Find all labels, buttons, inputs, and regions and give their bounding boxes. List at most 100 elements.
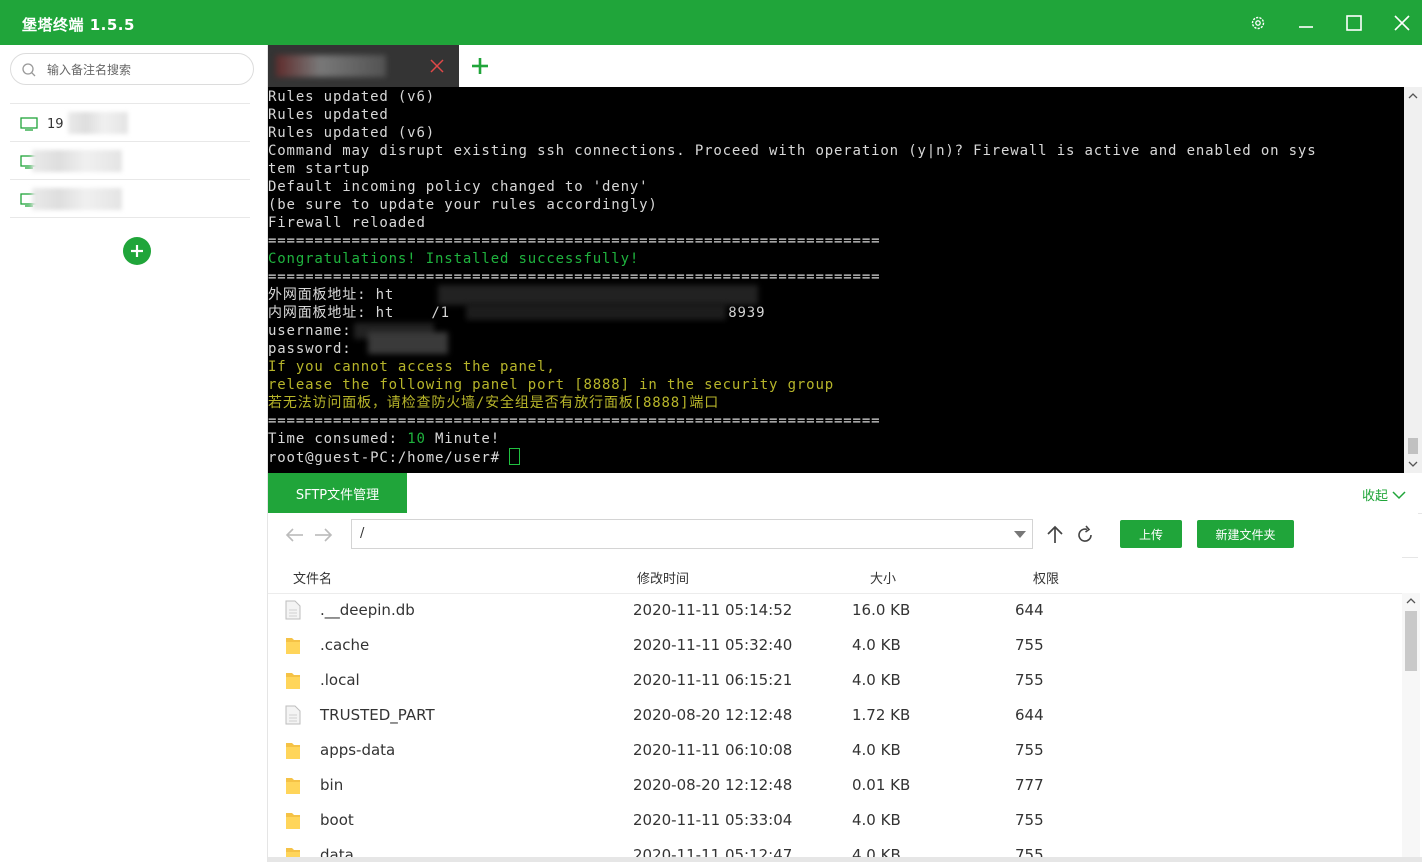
upload-button[interactable]: 上传: [1120, 520, 1182, 548]
redacted-host-name: [32, 188, 122, 210]
terminal-line: ========================================…: [268, 232, 1317, 250]
bottom-border: [268, 857, 1422, 862]
file-mtime: 2020-11-11 05:32:40: [633, 636, 793, 654]
file-row[interactable]: data 2020-11-11 05:12:47 4.0 KB 755: [268, 838, 1402, 857]
host-item[interactable]: [10, 180, 250, 218]
scroll-up-icon[interactable]: [1404, 87, 1422, 105]
add-host-button[interactable]: [123, 237, 151, 265]
terminal-line: Command may disrupt existing ssh connect…: [268, 142, 1317, 160]
sftp-toolbar: / 上传 新建文件夹: [268, 513, 1418, 558]
folder-icon: [285, 740, 301, 764]
plus-icon: [131, 245, 143, 257]
back-arrow-icon[interactable]: [284, 524, 306, 546]
settings-gear-icon[interactable]: [1243, 8, 1273, 38]
terminal-scrollbar[interactable]: [1404, 87, 1422, 473]
file-row[interactable]: .local 2020-11-11 06:15:21 4.0 KB 755: [268, 663, 1402, 698]
terminal-line: ========================================…: [268, 268, 1317, 286]
terminal-line-text: Command may disrupt existing ssh connect…: [268, 143, 1317, 159]
path-dropdown-icon[interactable]: [1014, 531, 1026, 539]
terminal-line-text: ========================================…: [268, 269, 881, 285]
file-name: TRUSTED_PART: [320, 706, 435, 724]
column-header-name[interactable]: 文件名: [293, 568, 332, 587]
terminal-line-text: ========================================…: [268, 233, 881, 249]
terminal-line: 外网面板地址: ht: [268, 286, 1317, 304]
file-mtime: 2020-08-20 12:12:48: [633, 776, 793, 794]
file-name: .__deepin.db: [320, 601, 415, 619]
file-row[interactable]: .__deepin.db 2020-11-11 05:14:52 16.0 KB 64…: [268, 593, 1402, 628]
path-input[interactable]: /: [351, 519, 1033, 549]
file-row[interactable]: TRUSTED_PART 2020-08-20 12:12:48 1.72 KB 64…: [268, 698, 1402, 733]
new-tab-plus-icon[interactable]: [469, 55, 491, 77]
title-bar: 堡塔终端 1.5.5: [0, 0, 1422, 45]
sftp-tab[interactable]: SFTP文件管理: [268, 473, 407, 513]
redacted-panel-url: [466, 304, 726, 320]
file-name: data: [320, 846, 354, 857]
column-header-size[interactable]: 大小: [870, 568, 896, 587]
file-row[interactable]: bin 2020-08-20 12:12:48 0.01 KB 777: [268, 768, 1402, 803]
minimize-icon[interactable]: [1291, 8, 1321, 38]
terminal-line-text: Rules updated (v6): [268, 89, 436, 105]
file-size: 4.0 KB: [852, 811, 901, 829]
close-window-icon[interactable]: [1387, 8, 1417, 38]
file-permission: 755: [1015, 671, 1044, 689]
file-size: 4.0 KB: [852, 671, 901, 689]
terminal-line: Rules updated (v6): [268, 88, 1317, 106]
host-item[interactable]: [10, 142, 250, 180]
terminal-line: tem startup: [268, 160, 1317, 178]
column-header-mtime[interactable]: 修改时间: [637, 568, 689, 587]
terminal-line: root@guest-PC:/home/user#: [268, 448, 1317, 466]
terminal-line: Rules updated (v6): [268, 124, 1317, 142]
file-row[interactable]: boot 2020-11-11 05:33:04 4.0 KB 755: [268, 803, 1402, 838]
host-sidebar: 19: [0, 45, 268, 862]
file-icon: [285, 705, 301, 729]
file-row[interactable]: apps-data 2020-11-11 06:10:08 4.0 KB 755: [268, 733, 1402, 768]
terminal-line-text: Time consumed:: [268, 431, 408, 447]
file-scroll-thumb[interactable]: [1405, 611, 1417, 671]
terminal-line-text: tem startup: [268, 161, 371, 177]
terminal-line: If you cannot access the panel,: [268, 358, 1317, 376]
session-tab[interactable]: [268, 45, 459, 87]
app-title: 堡塔终端 1.5.5: [22, 16, 135, 34]
redacted-host-name: [68, 112, 128, 134]
file-mtime: 2020-11-11 05:12:47: [633, 846, 793, 857]
host-search-input[interactable]: [45, 60, 249, 80]
file-permission: 755: [1015, 811, 1044, 829]
terminal-line: 内网面板地址: ht /1 8939: [268, 304, 1317, 322]
folder-icon: [285, 670, 301, 694]
collapse-button[interactable]: 收起: [1362, 485, 1406, 504]
terminal-line-text: If you cannot access the panel,: [268, 359, 556, 375]
terminal-line: Default incoming policy changed to 'deny…: [268, 178, 1317, 196]
host-search-box[interactable]: [10, 53, 254, 85]
maximize-icon[interactable]: [1339, 8, 1369, 38]
sftp-header: SFTP文件管理 收起: [268, 473, 1422, 514]
up-directory-icon[interactable]: [1044, 524, 1066, 546]
scroll-down-icon[interactable]: [1404, 455, 1422, 473]
folder-icon: [285, 810, 301, 834]
host-item[interactable]: 19: [10, 104, 250, 142]
column-header-permission[interactable]: 权限: [1033, 568, 1059, 587]
file-mtime: 2020-11-11 06:15:21: [633, 671, 793, 689]
file-permission: 755: [1015, 636, 1044, 654]
terminal-lines: Rules updated (v6) Rules updated Rules upd…: [268, 88, 1317, 466]
session-tab-bar: [268, 45, 1422, 87]
terminal-line-text: root@guest-PC:/home/user#: [268, 450, 510, 466]
terminal-line-text: Congratulations! Installed successfully!: [268, 251, 640, 267]
forward-arrow-icon[interactable]: [312, 524, 334, 546]
terminal-line: 若无法访问面板，请检查防火墙/安全组是否有放行面板[8888]端口: [268, 394, 1317, 412]
new-folder-button[interactable]: 新建文件夹: [1197, 520, 1294, 548]
terminal-line-text: Rules updated: [268, 107, 389, 123]
terminal-line-text: password:: [268, 341, 352, 357]
file-name: .cache: [320, 636, 370, 654]
terminal-scroll-thumb[interactable]: [1408, 438, 1418, 454]
terminal-line-text: Rules updated (v6): [268, 125, 436, 141]
refresh-icon[interactable]: [1074, 524, 1096, 546]
terminal-output[interactable]: Rules updated (v6) Rules updated Rules upd…: [268, 87, 1404, 473]
scroll-up-icon[interactable]: [1402, 593, 1420, 607]
file-size: 1.72 KB: [852, 706, 911, 724]
path-value: /: [360, 526, 365, 541]
close-tab-icon[interactable]: [428, 57, 446, 75]
file-list-scrollbar[interactable]: [1402, 593, 1420, 857]
file-row[interactable]: .cache 2020-11-11 05:32:40 4.0 KB 755: [268, 628, 1402, 663]
terminal-line: release the following panel port [8888] …: [268, 376, 1317, 394]
terminal-line: (be sure to update your rules accordingl…: [268, 196, 1317, 214]
